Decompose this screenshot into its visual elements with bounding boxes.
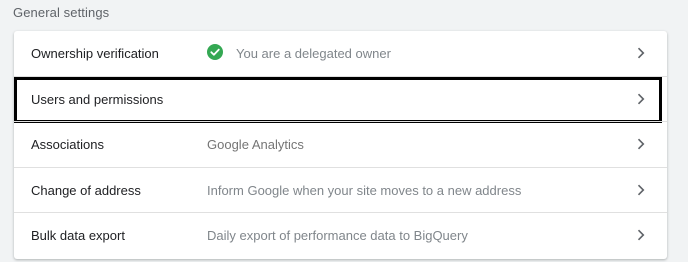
- row-label: Bulk data export: [31, 228, 125, 243]
- settings-card: Ownership verification You are a delegat…: [14, 31, 667, 259]
- row-value: Google Analytics: [207, 137, 304, 152]
- row-label: Users and permissions: [31, 92, 164, 107]
- chevron-right-icon: [637, 229, 645, 241]
- check-circle-icon: [207, 44, 223, 60]
- chevron-right-icon: [637, 184, 645, 196]
- settings-row-change-of-address[interactable]: Change of address Inform Google when you…: [14, 168, 667, 214]
- row-label: Change of address: [31, 183, 141, 198]
- chevron-right-icon: [637, 93, 645, 105]
- row-label: Associations: [31, 137, 104, 152]
- row-value: You are a delegated owner: [236, 46, 391, 61]
- section-title: General settings: [13, 5, 110, 20]
- chevron-right-icon: [637, 47, 645, 59]
- row-value: Daily export of performance data to BigQ…: [207, 228, 468, 243]
- row-value: Inform Google when your site moves to a …: [207, 183, 522, 198]
- settings-row-associations[interactable]: Associations Google Analytics: [14, 122, 667, 168]
- row-label: Ownership verification: [31, 46, 159, 61]
- settings-row-bulk-data-export[interactable]: Bulk data export Daily export of perform…: [14, 213, 667, 259]
- chevron-right-icon: [637, 138, 645, 150]
- settings-row-users-and-permissions[interactable]: Users and permissions: [14, 77, 662, 123]
- settings-row-ownership-verification[interactable]: Ownership verification You are a delegat…: [14, 31, 667, 77]
